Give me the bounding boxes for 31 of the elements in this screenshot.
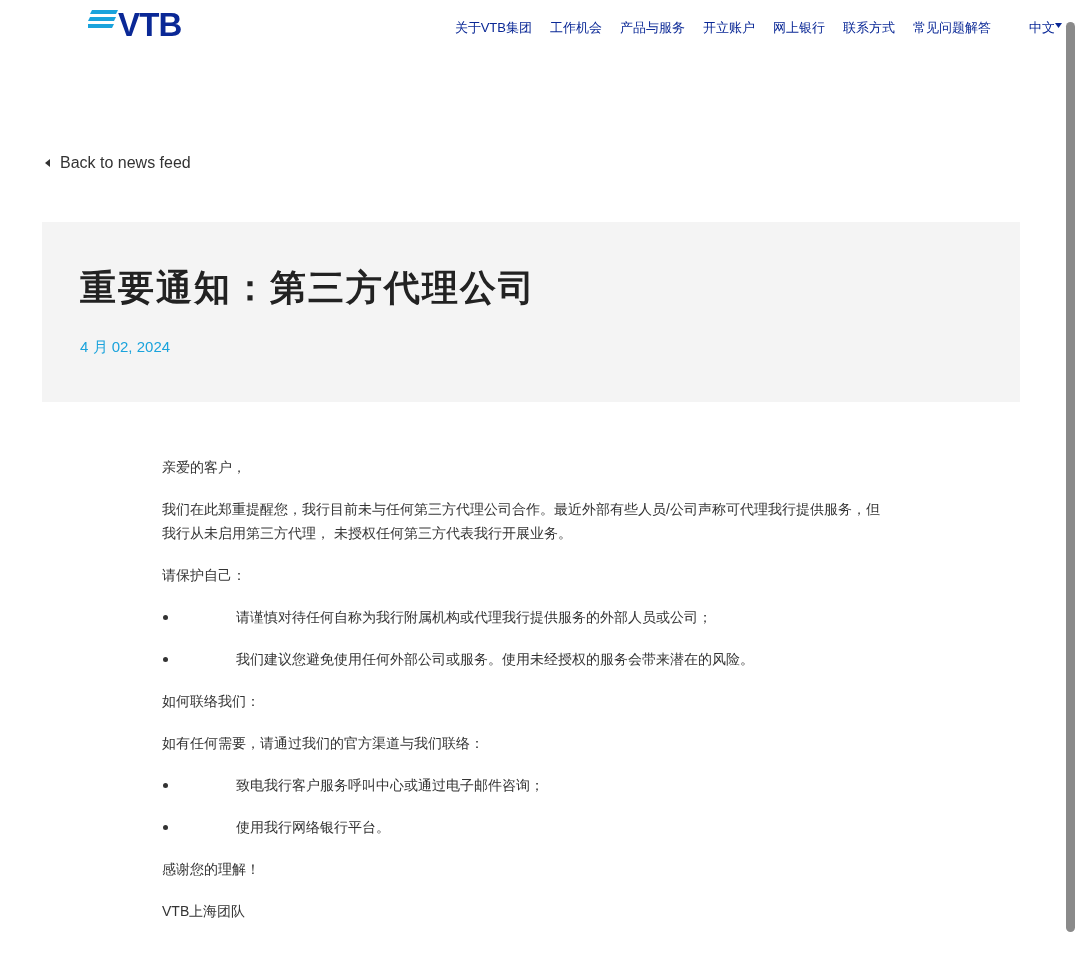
- nav-link[interactable]: 产品与服务: [620, 18, 685, 38]
- nav-link[interactable]: 网上银行: [773, 18, 825, 38]
- list-item: 我们建议您避免使用任何外部公司或服务。使用未经授权的服务会带来潜在的风险。: [236, 650, 754, 669]
- language-selector[interactable]: 中文: [1029, 18, 1055, 38]
- caret-left-icon: [45, 159, 50, 167]
- bullet-icon: [163, 615, 168, 620]
- article-title: 重要通知：第三方代理公司: [80, 266, 537, 310]
- paragraph: 感谢您的理解！: [162, 860, 261, 879]
- paragraph: 请保护自己：: [162, 566, 247, 585]
- list-item: 请谨慎对待任何自称为我行附属机构或代理我行提供服务的外部人员或公司；: [236, 608, 712, 627]
- logo[interactable]: VTB: [118, 8, 182, 42]
- bullet-icon: [163, 783, 168, 788]
- bullet-icon: [163, 825, 168, 830]
- list-item: 致电我行客户服务呼叫中心或通过电子邮件咨询；: [236, 776, 544, 795]
- nav-link[interactable]: 常见问题解答: [913, 18, 991, 38]
- paragraph: 我们在此郑重提醒您，我行目前未与任何第三方代理公司合作。最近外部有些人员/公司声称可代理我行提供服务，但我行从未启用第三方代理， 未授权任何第三方代表我行开展业务。: [162, 500, 881, 543]
- nav-link[interactable]: 工作机会: [550, 18, 602, 38]
- scrollbar[interactable]: [1066, 22, 1075, 932]
- paragraph: 如何联络我们：: [162, 692, 261, 711]
- caret-down-icon[interactable]: [1055, 23, 1062, 29]
- nav-link[interactable]: 关于VTB集团: [454, 18, 532, 38]
- back-link[interactable]: Back to news feed: [60, 151, 191, 175]
- stripes-icon: [88, 10, 118, 28]
- paragraph: VTB上海团队: [162, 902, 247, 921]
- paragraph: 如有任何需要，请通过我们的官方渠道与我们联络：: [162, 734, 485, 753]
- bullet-icon: [163, 657, 168, 662]
- list-item: 使用我行网络银行平台。: [236, 818, 390, 837]
- paragraph: 亲爱的客户，: [162, 458, 247, 477]
- nav-link[interactable]: 开立账户: [703, 18, 755, 38]
- article-date: 4 月 02, 2024: [80, 337, 172, 357]
- nav-link[interactable]: 联系方式: [843, 18, 895, 38]
